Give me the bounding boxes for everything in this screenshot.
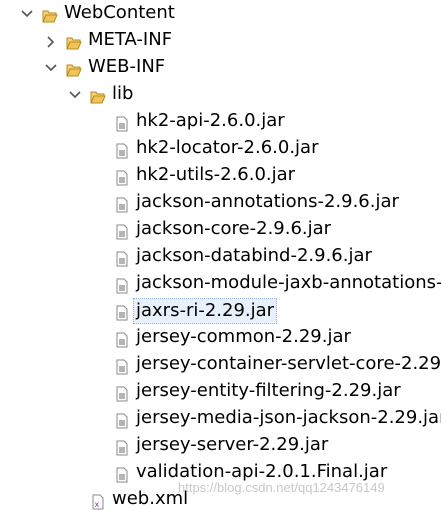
tree-node-label[interactable]: jersey-common-2.29.jar bbox=[134, 325, 353, 349]
tree-node-label[interactable]: jersey-container-servlet-core-2.29.j bbox=[134, 352, 441, 376]
tree-node-label[interactable]: jersey-media-json-jackson-2.29.jar bbox=[134, 406, 441, 430]
xml-file-icon: x bbox=[90, 492, 106, 510]
jar-file-icon bbox=[114, 168, 130, 186]
open-folder-icon bbox=[66, 33, 82, 50]
jar-file-icon bbox=[114, 222, 130, 240]
tree-node-label[interactable]: META-INF bbox=[86, 28, 174, 52]
tree-node-label[interactable]: jersey-entity-filtering-2.29.jar bbox=[134, 379, 403, 403]
open-folder-icon bbox=[66, 60, 82, 77]
chevron-down-icon[interactable] bbox=[68, 82, 82, 108]
tree-node-label[interactable]: WEB-INF bbox=[86, 55, 167, 79]
chevron-down-icon[interactable] bbox=[20, 1, 34, 27]
jar-file-icon bbox=[114, 303, 130, 321]
tree-node-label[interactable]: hk2-utils-2.6.0.jar bbox=[134, 163, 297, 187]
open-folder-icon bbox=[42, 6, 58, 23]
tree-node-label[interactable]: jaxrs-ri-2.29.jar bbox=[133, 298, 278, 324]
jar-file-icon bbox=[114, 276, 130, 294]
project-explorer-tree: WebContent META-INF WEB-INF lib hk2-api-… bbox=[0, 0, 441, 510]
open-folder-icon bbox=[90, 87, 106, 104]
tree-node-label[interactable]: jackson-core-2.9.6.jar bbox=[134, 217, 333, 241]
tree-node-label[interactable]: hk2-locator-2.6.0.jar bbox=[134, 136, 321, 160]
chevron-down-icon[interactable] bbox=[44, 55, 58, 81]
watermark-text: https://blog.csdn.net/qq1243476149 bbox=[178, 480, 385, 495]
jar-file-icon bbox=[114, 438, 130, 456]
jar-file-icon bbox=[114, 330, 130, 348]
jar-file-icon bbox=[114, 249, 130, 267]
svg-text:x: x bbox=[95, 500, 100, 509]
jar-file-icon bbox=[114, 384, 130, 402]
tree-node-label[interactable]: lib bbox=[110, 82, 135, 106]
chevron-right-icon[interactable] bbox=[44, 28, 58, 54]
jar-file-icon bbox=[114, 357, 130, 375]
jar-file-icon bbox=[114, 195, 130, 213]
tree-node-label[interactable]: jackson-annotations-2.9.6.jar bbox=[134, 190, 401, 214]
jar-file-icon bbox=[114, 411, 130, 429]
tree-node-label[interactable]: jackson-module-jaxb-annotations-2 bbox=[134, 271, 441, 295]
jar-file-icon bbox=[114, 465, 130, 483]
tree-node-label[interactable]: WebContent bbox=[62, 1, 177, 25]
tree-node-label[interactable]: hk2-api-2.6.0.jar bbox=[134, 109, 287, 133]
jar-file-icon bbox=[114, 141, 130, 159]
tree-node-label[interactable]: jersey-server-2.29.jar bbox=[134, 433, 330, 457]
jar-file-icon bbox=[114, 114, 130, 132]
tree-node-label[interactable]: jackson-databind-2.9.6.jar bbox=[134, 244, 374, 268]
